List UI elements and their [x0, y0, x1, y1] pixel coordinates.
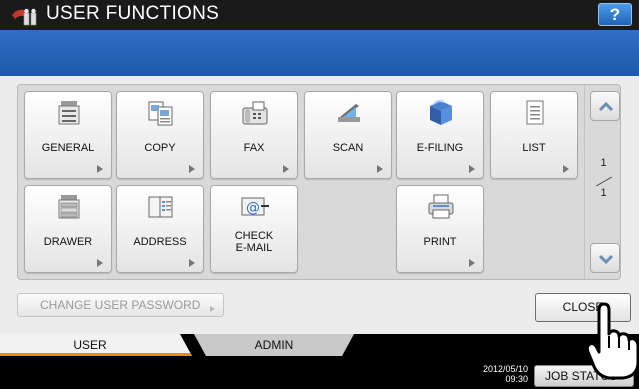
- footer-bar: 2012/05/10 09:30 JOB STATUS: [0, 356, 639, 389]
- triangle-right-icon: [97, 259, 103, 267]
- tile-label: GENERAL: [41, 142, 95, 154]
- main-area: GENERAL COPY FAX SCAN E-FILING LIST DRAW…: [0, 76, 639, 334]
- title-bar: USER FUNCTIONS ?: [0, 0, 639, 30]
- message-area: [0, 30, 639, 76]
- scan-button[interactable]: SCAN: [304, 91, 392, 179]
- efiling-box-icon: [430, 99, 452, 125]
- address-book-icon: [148, 196, 173, 218]
- triangle-right-icon: [469, 165, 475, 173]
- date-text: 2012/05/10: [482, 364, 528, 374]
- button-label: CHANGE USER PASSWORD: [40, 298, 201, 312]
- copy-pages-icon: [148, 101, 173, 126]
- check-email-button[interactable]: @ CHECK E-MAIL: [210, 185, 298, 273]
- change-user-password-button[interactable]: CHANGE USER PASSWORD: [17, 293, 224, 317]
- time-text: 09:30: [505, 374, 528, 384]
- drawer-copier-icon: [58, 195, 80, 219]
- email-at-icon: @: [241, 197, 269, 216]
- date-time: 2012/05/10 09:30: [480, 364, 528, 384]
- triangle-right-icon: [469, 259, 475, 267]
- tab-admin-label: ADMIN: [254, 338, 294, 352]
- tile-label: ADDRESS: [133, 236, 187, 248]
- triangle-right-icon: [283, 165, 289, 173]
- triangle-right-icon: [189, 259, 195, 267]
- general-button[interactable]: GENERAL: [24, 91, 112, 179]
- tab-user-label: USER: [73, 338, 107, 352]
- printer-icon: [428, 194, 454, 219]
- fax-icon: [242, 101, 268, 125]
- scroll-down-button[interactable]: [590, 243, 620, 273]
- page-total: 1: [600, 187, 607, 199]
- triangle-right-icon: [563, 165, 569, 173]
- page-divider: [595, 176, 613, 187]
- page-title: USER FUNCTIONS: [46, 3, 220, 24]
- tile-label: CHECK E-MAIL: [234, 230, 274, 254]
- chevron-down-icon: [598, 254, 614, 265]
- tile-label: COPY: [144, 142, 176, 154]
- list-document-icon: [526, 100, 544, 125]
- address-button[interactable]: ADDRESS: [116, 185, 204, 273]
- tile-label: FAX: [243, 142, 265, 154]
- tile-label: DRAWER: [43, 236, 93, 248]
- e-filing-button[interactable]: E-FILING: [396, 91, 484, 179]
- scanner-icon: [338, 104, 360, 122]
- hand-pointer-icon: [585, 302, 639, 380]
- triangle-right-icon: [377, 165, 383, 173]
- tile-label: SCAN: [332, 142, 364, 154]
- tile-label: LIST: [522, 142, 546, 154]
- fax-button[interactable]: FAX: [210, 91, 298, 179]
- help-button[interactable]: ?: [598, 3, 632, 26]
- print-button[interactable]: PRINT: [396, 185, 484, 273]
- function-panel: GENERAL COPY FAX SCAN E-FILING LIST DRAW…: [17, 84, 621, 280]
- list-button[interactable]: LIST: [490, 91, 578, 179]
- triangle-right-icon: [210, 306, 215, 312]
- tile-label: PRINT: [423, 236, 457, 248]
- scroll-up-button[interactable]: [590, 91, 620, 121]
- triangle-right-icon: [189, 165, 195, 173]
- drawer-button[interactable]: DRAWER: [24, 185, 112, 273]
- tab-bar: USER ADMIN: [0, 334, 639, 357]
- page-current: 1: [600, 157, 607, 169]
- chevron-up-icon: [598, 101, 614, 112]
- copy-button[interactable]: COPY: [116, 91, 204, 179]
- user-functions-icon: [12, 8, 37, 26]
- triangle-right-icon: [97, 165, 103, 173]
- tile-label: E-FILING: [416, 142, 464, 154]
- page-scroller: 1 1: [584, 85, 622, 279]
- copier-icon: [58, 101, 80, 125]
- svg-text:@: @: [246, 200, 260, 216]
